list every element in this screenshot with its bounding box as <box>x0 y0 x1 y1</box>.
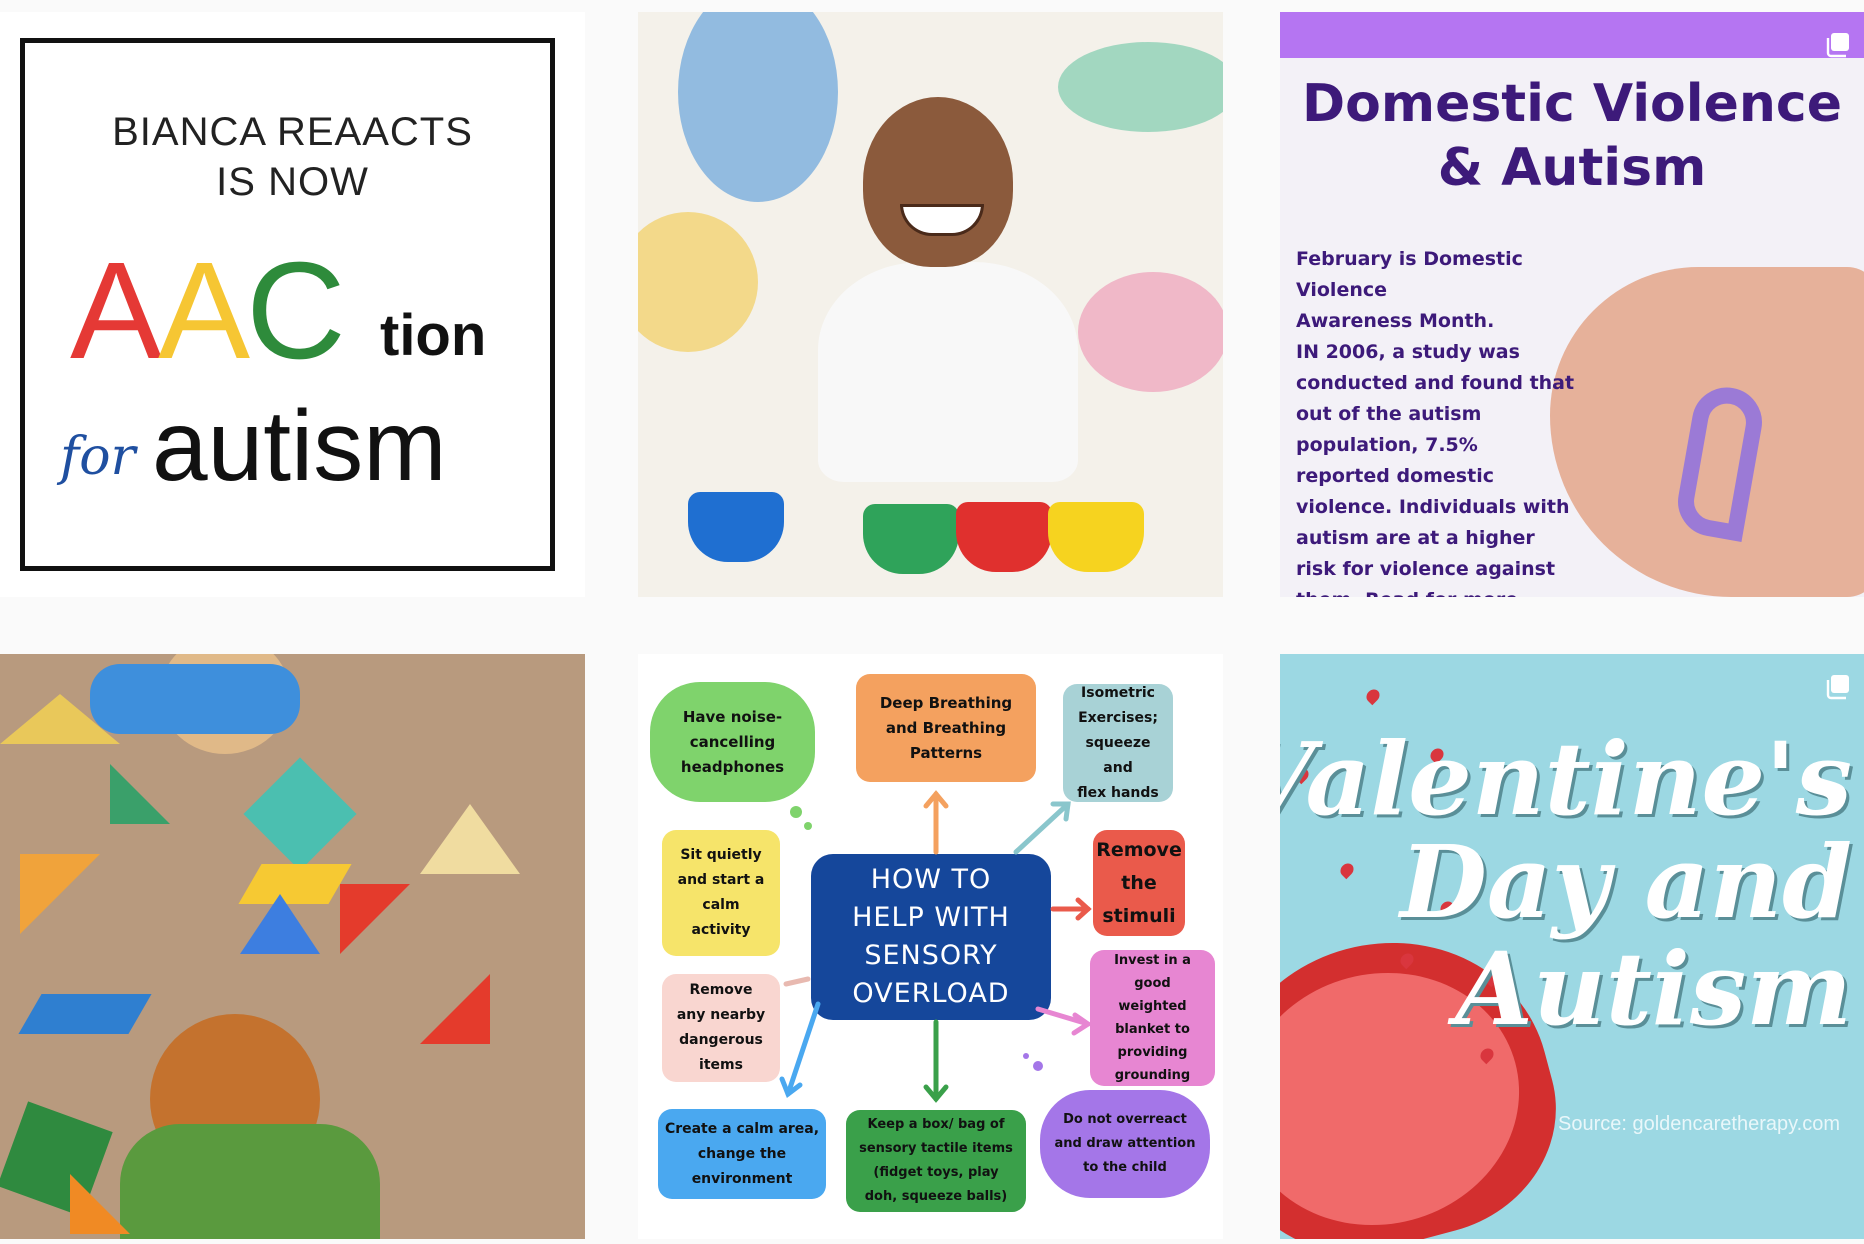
post-tangram-children-photo[interactable] <box>0 654 585 1239</box>
post-title-line-3: Autism <box>1455 930 1852 1048</box>
paint-splash <box>1058 42 1223 132</box>
tangram-piece <box>420 804 520 874</box>
tangram-piece <box>18 994 152 1034</box>
for-script: for <box>60 427 136 487</box>
girl-shirt <box>818 262 1078 482</box>
tangram-piece <box>0 694 120 744</box>
multiple-posts-icon <box>1826 675 1849 700</box>
paint-cup-green <box>863 504 959 574</box>
post-sensory-overload-infographic[interactable]: Have noise- cancelling headphones Deep B… <box>638 654 1223 1239</box>
post-girl-painting-photo[interactable] <box>638 12 1223 597</box>
paint-splash <box>638 212 758 352</box>
heart-sprinkle <box>1337 860 1357 880</box>
post-title: Domestic Violence & Autism <box>1302 74 1842 198</box>
post-title-line-1: Valentine's <box>1280 720 1852 838</box>
tangram-piece <box>340 884 410 954</box>
tion-text: tion <box>380 303 487 368</box>
autism-text: autism <box>152 390 447 502</box>
multiple-posts-icon <box>1826 33 1849 58</box>
child-sleeve <box>90 664 300 734</box>
aac-logo: AAC <box>70 242 346 380</box>
child-shirt <box>120 1124 380 1239</box>
tangram-piece <box>70 1174 130 1234</box>
post-body-text: February is Domestic Violence Awareness … <box>1296 248 1575 597</box>
heart-sprinkle <box>1363 686 1383 706</box>
paint-splash <box>678 12 838 202</box>
tangram-piece <box>243 757 357 871</box>
paint-splash <box>1078 272 1223 392</box>
post-title-line-2: Day and <box>1400 823 1852 941</box>
source-credit: Source: goldencaretherapy.com <box>1557 1113 1840 1135</box>
tangram-piece <box>20 854 100 934</box>
paint-cup-blue <box>688 492 784 562</box>
aac-letter-a1: A <box>70 234 162 388</box>
tangram-piece <box>420 974 490 1044</box>
paint-cup-red <box>956 502 1052 572</box>
post-line-1: BIANCA REAACTS <box>112 110 473 154</box>
girl-face <box>863 97 1013 267</box>
paint-cup-yellow <box>1048 502 1144 572</box>
tangram-piece <box>110 764 170 824</box>
tangram-piece <box>240 894 320 954</box>
post-domestic-violence-autism[interactable]: Domestic Violence & Autism February is D… <box>1280 12 1864 597</box>
purple-band <box>1280 12 1864 58</box>
post-valentines-day-autism[interactable]: Valentine's Day and Autism Source: golde… <box>1280 654 1864 1239</box>
aac-letter-c: C <box>246 234 346 388</box>
connector-arrows <box>779 790 1093 1103</box>
aac-letter-a2: A <box>158 234 250 388</box>
post-aaction-for-autism[interactable]: BIANCA REAACTS IS NOW AAC tion for autis… <box>0 12 585 597</box>
post-line-2: IS NOW <box>216 160 369 204</box>
